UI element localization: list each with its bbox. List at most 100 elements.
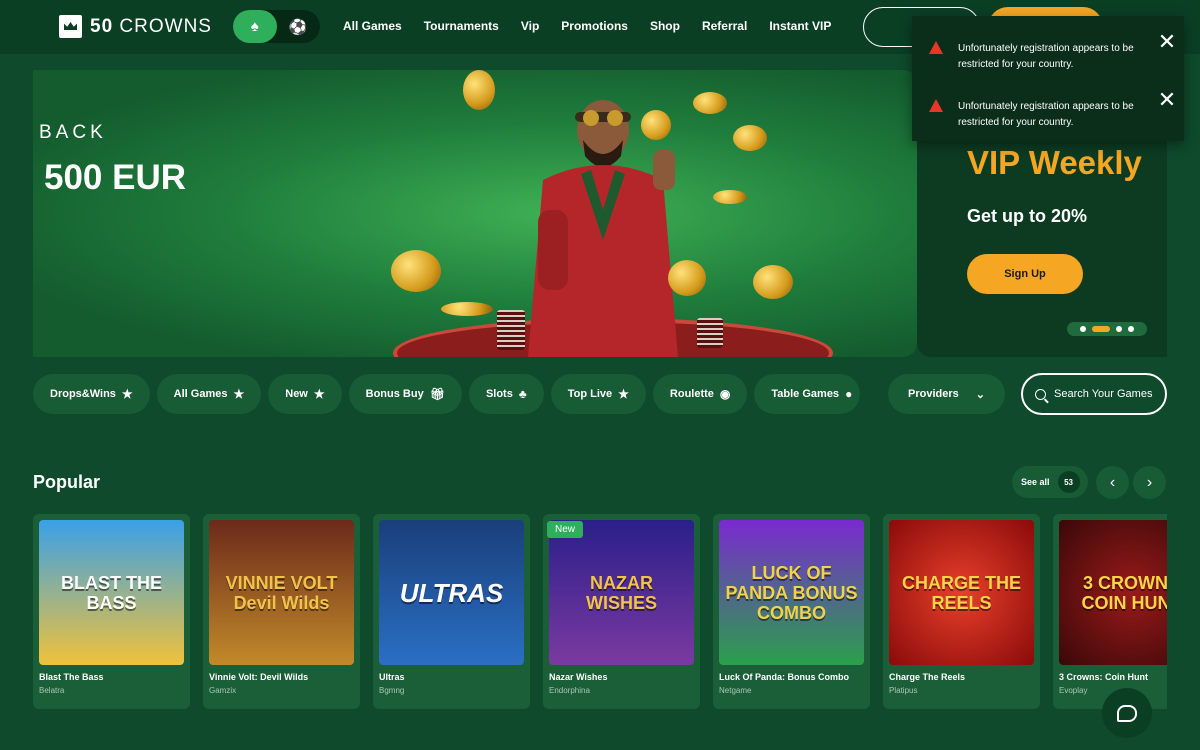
game-title: Blast The Bass — [39, 672, 104, 682]
category-roulette[interactable]: Roulette ◉ — [652, 374, 748, 414]
game-thumbnail[interactable]: VINNIE VOLT Devil Wilds — [209, 520, 354, 665]
hero-line2: 500 EUR — [44, 158, 187, 197]
popular-games-carousel: BLAST THE BASS Blast The Bass Belatra VI… — [33, 514, 1167, 709]
category-label: Slots — [485, 388, 513, 400]
game-count-badge: 53 — [1057, 471, 1080, 493]
game-card[interactable]: VINNIE VOLT Devil Wilds Vinnie Volt: Dev… — [203, 514, 360, 709]
toast-notification: Unfortunately registration appears to be… — [912, 82, 1184, 132]
cherries-icon: ♣ — [518, 387, 527, 401]
coin-icon — [693, 92, 727, 114]
chevron-down-icon: ⌄ — [975, 388, 985, 401]
notification-panel: Unfortunately registration appears to be… — [912, 16, 1184, 141]
toast-notification: Unfortunately registration appears to be… — [912, 24, 1184, 74]
category-slots[interactable]: Slots ♣ — [468, 374, 544, 414]
game-thumbnail[interactable]: CHARGE THE REELS — [889, 520, 1034, 665]
nav-shop[interactable]: Shop — [650, 19, 680, 33]
vip-sign-up-button[interactable]: Sign Up — [967, 254, 1083, 294]
see-all-button[interactable]: See all 53 — [1012, 466, 1088, 498]
category-all-games[interactable]: All Games ★ — [156, 374, 262, 414]
game-card[interactable]: LUCK OF PANDA BONUS COMBO Luck Of Panda:… — [713, 514, 870, 709]
dealer-character — [528, 100, 678, 357]
category-label: Table Games — [771, 388, 840, 400]
game-provider: Belatra — [39, 686, 65, 695]
coin-icon — [391, 250, 441, 292]
nav-vip[interactable]: Vip — [521, 19, 539, 33]
game-card[interactable]: BLAST THE BASS Blast The Bass Belatra — [33, 514, 190, 709]
close-icon[interactable]: ✕ — [1157, 89, 1177, 111]
category-new[interactable]: New ★ — [268, 374, 342, 414]
chevron-left-icon[interactable]: ‹ — [1096, 466, 1129, 499]
live-chat-button[interactable] — [1102, 688, 1152, 738]
logo[interactable]: 50 CROWNS — [59, 15, 212, 38]
nav-referral[interactable]: Referral — [702, 19, 747, 33]
section-title-popular: Popular — [33, 472, 101, 492]
game-thumbnail[interactable]: 3 CROWNS COIN HUNT — [1059, 520, 1167, 665]
hero-line1: BACK — [39, 122, 107, 143]
spade-icon[interactable]: ♠ — [233, 10, 277, 43]
star-icon: ★ — [233, 387, 245, 401]
nav-promotions[interactable]: Promotions — [561, 19, 628, 33]
game-card[interactable]: 3 CROWNS COIN HUNT 3 Crowns: Coin Hunt E… — [1053, 514, 1167, 709]
carousel-dot[interactable] — [1080, 326, 1086, 332]
category-label: New — [285, 388, 308, 400]
providers-label: Providers — [908, 388, 959, 400]
chevron-right-icon[interactable]: › — [1133, 466, 1166, 499]
search-placeholder: Search Your Games — [1054, 388, 1153, 400]
roulette-icon: ◉ — [719, 387, 731, 401]
gift-icon: 🎁︎ — [429, 387, 445, 401]
category-label: Roulette — [669, 388, 714, 400]
coin-icon — [441, 302, 493, 316]
game-card[interactable]: CHARGE THE REELS Charge The Reels Platip… — [883, 514, 1040, 709]
carousel-dot[interactable] — [1128, 326, 1134, 332]
main-nav: All Games Tournaments Vip Promotions Sho… — [343, 19, 853, 33]
category-label: All Games — [173, 388, 228, 400]
hero-banner[interactable]: BACK 500 EUR — [33, 70, 917, 357]
star-icon: ★ — [121, 387, 133, 401]
category-bonus-buy[interactable]: Bonus Buy 🎁︎ — [348, 374, 462, 414]
category-label: Bonus Buy — [365, 388, 424, 400]
game-provider: Platipus — [889, 686, 918, 695]
carousel-dot-active[interactable] — [1092, 326, 1110, 332]
coin-icon — [668, 260, 706, 296]
game-provider: Endorphina — [549, 686, 590, 695]
coin-icon — [713, 190, 747, 204]
chat-icon — [1117, 704, 1137, 722]
category-drops-wins[interactable]: Drops&Wins ★ — [33, 374, 150, 414]
nav-instant-vip[interactable]: Instant VIP — [769, 19, 831, 33]
game-title: Ultras — [379, 672, 405, 682]
search-icon — [1035, 388, 1046, 400]
game-provider: Netgame — [719, 686, 752, 695]
game-provider: Evoplay — [1059, 686, 1088, 695]
game-thumbnail[interactable]: BLAST THE BASS — [39, 520, 184, 665]
category-label: Drops&Wins — [50, 388, 116, 400]
close-icon[interactable]: ✕ — [1157, 31, 1177, 53]
carousel-dot[interactable] — [1116, 326, 1122, 332]
crown-logo-icon — [59, 15, 82, 38]
logo-text: 50 CROWNS — [90, 15, 212, 37]
game-card[interactable]: ULTRAS Ultras Bgmng — [373, 514, 530, 709]
providers-dropdown[interactable]: Providers ⌄ — [888, 374, 1005, 414]
game-title: 3 Crowns: Coin Hunt — [1059, 672, 1148, 682]
soccer-ball-icon[interactable]: ⚽ — [277, 10, 321, 43]
chip-icon: ● — [845, 387, 853, 401]
game-thumbnail[interactable]: NAZAR WISHES — [549, 520, 694, 665]
game-title: Nazar Wishes — [549, 672, 608, 682]
coin-icon — [733, 125, 767, 151]
nav-tournaments[interactable]: Tournaments — [424, 19, 499, 33]
game-title: Charge The Reels — [889, 672, 966, 682]
game-thumbnail[interactable]: ULTRAS — [379, 520, 524, 665]
category-table-games[interactable]: Table Games ● — [754, 374, 861, 414]
new-badge: New — [547, 521, 584, 538]
game-title: Luck Of Panda: Bonus Combo — [719, 672, 850, 682]
game-card[interactable]: NAZAR WISHES New Nazar Wishes Endorphina — [543, 514, 700, 709]
casino-sports-toggle: ♠ ⚽ — [233, 10, 320, 43]
search-games-button[interactable]: Search Your Games — [1021, 373, 1167, 415]
star-icon: ★ — [618, 387, 629, 401]
category-top-live[interactable]: Top Live ★ — [550, 374, 646, 414]
game-thumbnail[interactable]: LUCK OF PANDA BONUS COMBO — [719, 520, 864, 665]
warning-icon — [929, 41, 943, 54]
nav-all-games[interactable]: All Games — [343, 19, 402, 33]
carousel-dots — [1067, 322, 1147, 336]
coin-icon — [463, 70, 495, 110]
category-bar: Drops&Wins ★ All Games ★ New ★ Bonus Buy 🎁︎ … — [33, 374, 861, 414]
